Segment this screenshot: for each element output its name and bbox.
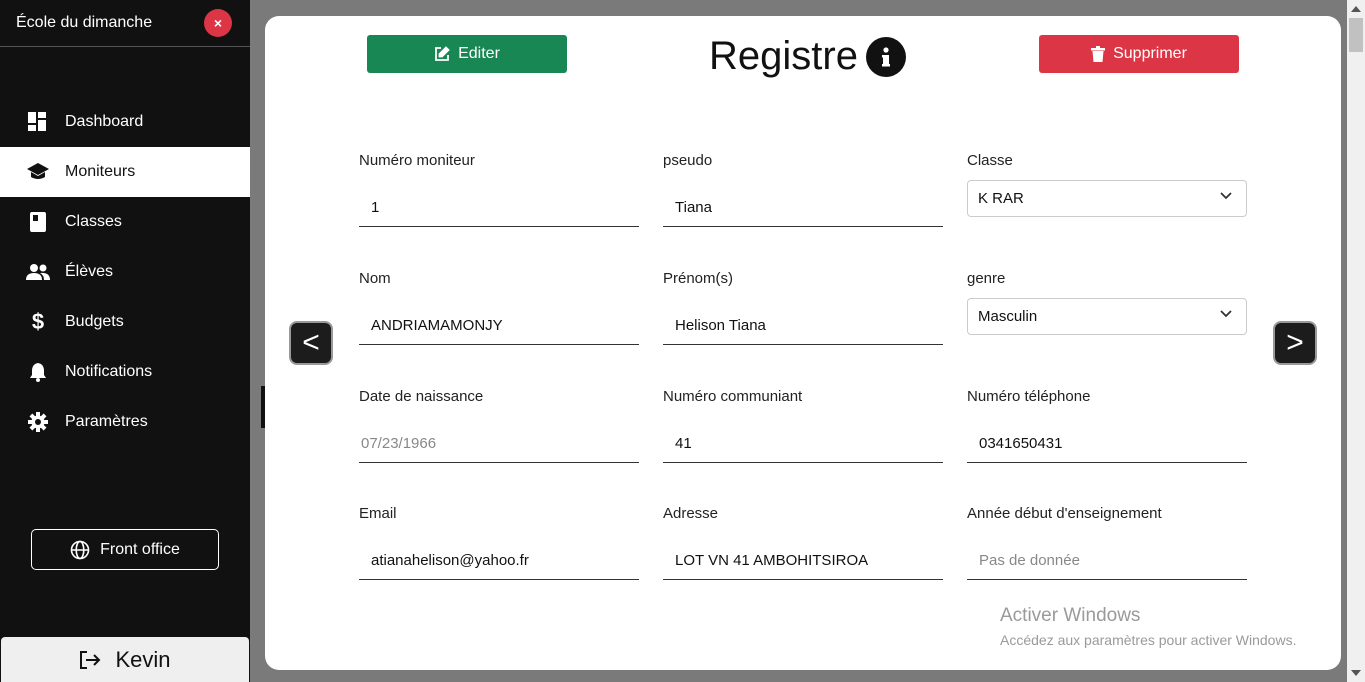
field-genre: genre Masculin bbox=[967, 270, 1247, 335]
prenoms-input[interactable]: Helison Tiana bbox=[663, 307, 943, 345]
field-label: Adresse bbox=[663, 505, 719, 522]
watermark-subtitle: Accédez aux paramètres pour activer Wind… bbox=[1000, 632, 1297, 648]
sidebar-item-moniteurs[interactable]: Moniteurs bbox=[0, 147, 250, 197]
sidebar-item-label: Élèves bbox=[65, 263, 114, 280]
edit-icon bbox=[434, 46, 450, 62]
date-naissance-input[interactable]: 07/23/1966 bbox=[359, 425, 639, 463]
field-label: Prénom(s) bbox=[663, 270, 734, 287]
field-label: Numéro communiant bbox=[663, 388, 803, 405]
logout-button[interactable]: Kevin bbox=[1, 637, 249, 682]
modal-header: Registre bbox=[709, 34, 906, 79]
nom-input[interactable]: ANDRIAMAMONJY bbox=[359, 307, 639, 345]
trash-icon bbox=[1091, 46, 1106, 62]
sidebar-item-label: Classes bbox=[65, 213, 122, 230]
classe-select[interactable]: K RAR bbox=[967, 180, 1247, 217]
book-icon bbox=[26, 210, 50, 234]
field-label: Email bbox=[359, 505, 397, 522]
people-icon bbox=[26, 260, 50, 284]
email-input[interactable]: atianahelison@yahoo.fr bbox=[359, 542, 639, 580]
field-numero-telephone: Numéro téléphone 0341650431 bbox=[967, 388, 1247, 463]
field-date-naissance: Date de naissance 07/23/1966 bbox=[359, 388, 639, 463]
previous-button[interactable]: < bbox=[289, 321, 333, 365]
scroll-thumb[interactable] bbox=[1349, 18, 1363, 52]
numero-communiant-input[interactable]: 41 bbox=[663, 425, 943, 463]
classe-selected-value: K RAR bbox=[978, 190, 1024, 207]
genre-select[interactable]: Masculin bbox=[967, 298, 1247, 335]
user-name: Kevin bbox=[115, 646, 171, 672]
pseudo-input[interactable]: Tiana bbox=[663, 189, 943, 227]
sidebar-item-classes[interactable]: Classes bbox=[0, 197, 250, 247]
graduation-cap-icon bbox=[26, 160, 50, 184]
field-label: Numéro moniteur bbox=[359, 152, 475, 169]
annee-debut-input[interactable]: Pas de donnée bbox=[967, 542, 1247, 580]
field-label: pseudo bbox=[663, 152, 713, 169]
edit-label: Editer bbox=[458, 45, 500, 62]
sidebar-nav: Dashboard Moniteurs Classes Élèves $ Bud… bbox=[0, 97, 250, 447]
watermark-title: Activer Windows bbox=[1000, 605, 1141, 626]
bell-icon bbox=[26, 360, 50, 384]
scroll-up-arrow-icon[interactable] bbox=[1351, 6, 1361, 12]
field-prenoms: Prénom(s) Helison Tiana bbox=[663, 270, 943, 345]
field-label: Classe bbox=[967, 152, 1013, 169]
page-title: Registre bbox=[709, 34, 858, 78]
sidebar-item-label: Dashboard bbox=[65, 113, 144, 130]
field-label: Date de naissance bbox=[359, 388, 484, 405]
sidebar-item-dashboard[interactable]: Dashboard bbox=[0, 97, 250, 147]
info-icon[interactable] bbox=[865, 36, 906, 77]
windows-activation-watermark: Activer Windows Accédez aux paramètres p… bbox=[1000, 605, 1296, 648]
field-numero-moniteur: Numéro moniteur 1 bbox=[359, 152, 639, 227]
chevron-down-icon bbox=[1220, 310, 1232, 318]
sidebar-item-label: Notifications bbox=[65, 363, 153, 380]
registre-modal: Editer Registre Supprimer Numéro moniteu… bbox=[265, 16, 1341, 670]
delete-button[interactable]: Supprimer bbox=[1039, 35, 1239, 73]
field-numero-communiant: Numéro communiant 41 bbox=[663, 388, 943, 463]
logout-icon bbox=[79, 650, 101, 670]
field-email: Email atianahelison@yahoo.fr bbox=[359, 505, 639, 580]
close-icon: × bbox=[213, 15, 223, 31]
numero-moniteur-input[interactable]: 1 bbox=[359, 189, 639, 227]
sidebar-item-eleves[interactable]: Élèves bbox=[0, 247, 250, 297]
sidebar: École du dimanche × Dashboard Moniteurs … bbox=[0, 0, 250, 682]
adresse-input[interactable]: LOT VN 41 AMBOHITSIROA bbox=[663, 542, 943, 580]
sidebar-item-parametres[interactable]: Paramètres bbox=[0, 397, 250, 447]
field-nom: Nom ANDRIAMAMONJY bbox=[359, 270, 639, 345]
dashboard-icon bbox=[26, 110, 50, 134]
sidebar-header: École du dimanche × bbox=[0, 0, 250, 47]
app-title: École du dimanche bbox=[16, 14, 153, 31]
front-office-label: Front office bbox=[100, 540, 180, 558]
sidebar-item-budgets[interactable]: $ Budgets bbox=[0, 297, 250, 347]
chevron-right-icon: > bbox=[1286, 326, 1304, 359]
chevron-left-icon: < bbox=[302, 326, 320, 359]
globe-icon bbox=[70, 540, 90, 560]
delete-label: Supprimer bbox=[1113, 45, 1187, 62]
field-label: Nom bbox=[359, 270, 391, 287]
field-classe: Classe K RAR bbox=[967, 152, 1247, 217]
field-adresse: Adresse LOT VN 41 AMBOHITSIROA bbox=[663, 505, 943, 580]
field-annee-debut: Année début d'enseignement Pas de donnée bbox=[967, 505, 1247, 580]
numero-telephone-input[interactable]: 0341650431 bbox=[967, 425, 1247, 463]
close-sidebar-button[interactable]: × bbox=[204, 9, 232, 37]
sidebar-item-label: Paramètres bbox=[65, 413, 148, 430]
genre-selected-value: Masculin bbox=[978, 308, 1038, 325]
sidebar-item-label: Budgets bbox=[65, 313, 124, 330]
gear-icon bbox=[26, 410, 50, 434]
dollar-icon: $ bbox=[31, 309, 45, 334]
field-label: Année début d'enseignement bbox=[967, 505, 1162, 522]
front-office-button[interactable]: Front office bbox=[31, 529, 219, 570]
field-pseudo: pseudo Tiana bbox=[663, 152, 943, 227]
sidebar-item-notifications[interactable]: Notifications bbox=[0, 347, 250, 397]
edit-button[interactable]: Editer bbox=[367, 35, 567, 73]
scroll-down-arrow-icon[interactable] bbox=[1351, 670, 1361, 676]
chevron-down-icon bbox=[1220, 192, 1232, 200]
scrollbar[interactable] bbox=[1347, 0, 1365, 682]
next-button[interactable]: > bbox=[1273, 321, 1317, 365]
sidebar-item-label: Moniteurs bbox=[65, 163, 136, 180]
field-label: genre bbox=[967, 270, 1006, 287]
field-label: Numéro téléphone bbox=[967, 388, 1091, 405]
